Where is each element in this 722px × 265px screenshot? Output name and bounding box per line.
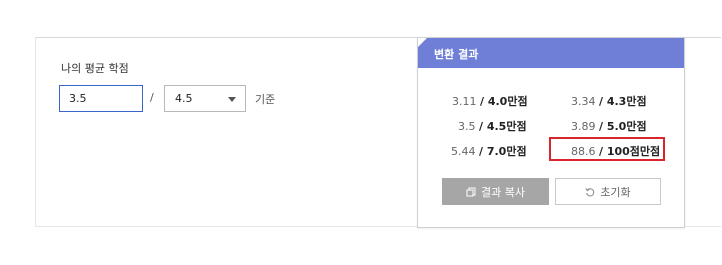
result-header: 변환 결과 xyxy=(418,38,684,68)
scale-select-value: 4.5 xyxy=(175,92,193,105)
result-item: 3.89 / 5.0만점 xyxy=(571,120,647,133)
scale-select[interactable]: 4.5 xyxy=(164,85,246,112)
result-title: 변환 결과 xyxy=(434,48,479,61)
reset-label: 초기화 xyxy=(600,185,631,199)
copy-result-button[interactable]: 결과 복사 xyxy=(442,178,549,205)
copy-result-label: 결과 복사 xyxy=(481,185,525,199)
result-item: 5.44 / 7.0만점 xyxy=(451,145,527,158)
reset-icon xyxy=(585,187,595,197)
gpa-label: 나의 평균 학점 xyxy=(61,62,129,75)
chevron-down-icon xyxy=(228,97,236,102)
highlight-box xyxy=(549,137,665,161)
gpa-input[interactable] xyxy=(59,85,143,112)
result-item: 3.11 / 4.0만점 xyxy=(452,95,528,108)
result-item: 3.5 / 4.5만점 xyxy=(458,120,527,133)
reset-button[interactable]: 초기화 xyxy=(555,178,661,205)
separator: / xyxy=(150,91,154,104)
basis-label: 기준 xyxy=(255,93,276,106)
result-item: 3.34 / 4.3만점 xyxy=(571,95,647,108)
copy-icon xyxy=(466,187,476,197)
